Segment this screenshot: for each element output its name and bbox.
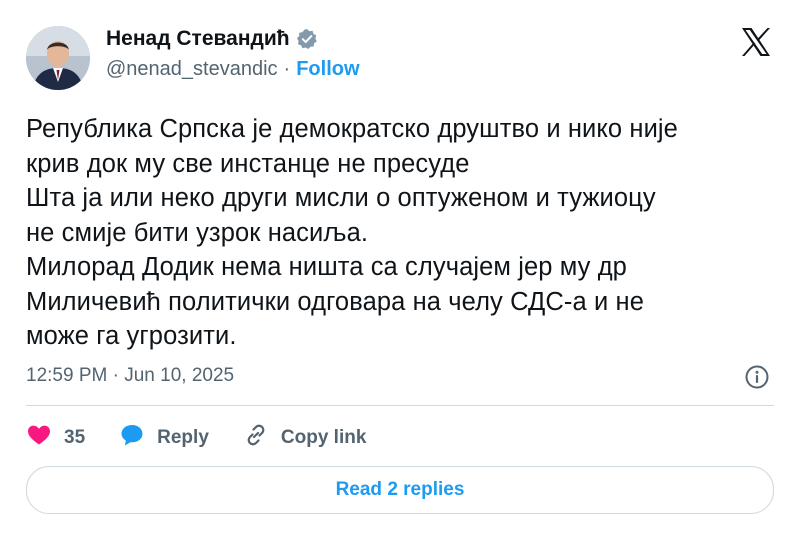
heart-icon <box>26 422 52 454</box>
like-button[interactable]: 35 <box>26 422 85 454</box>
info-icon[interactable] <box>744 364 770 390</box>
reply-button[interactable]: Reply <box>119 422 209 454</box>
author-name-row: Ненад Стевандић <box>106 26 318 52</box>
tweet-text: Република Српска је демократско друштво … <box>26 115 678 350</box>
tweet-card: Ненад Стевандић @nenad_stevandic · Follo… <box>0 0 800 536</box>
avatar[interactable] <box>26 26 90 90</box>
tweet-timestamp[interactable]: 12:59 PM · Jun 10, 2025 <box>26 365 234 387</box>
separator-dot: · <box>283 58 291 80</box>
author-handle-row: @nenad_stevandic · Follow <box>106 58 360 81</box>
copy-link-label: Copy link <box>280 427 367 448</box>
verified-badge-icon <box>296 28 318 50</box>
author-name[interactable]: Ненад Стевандић <box>106 27 290 51</box>
copy-link-button[interactable]: Copy link <box>243 422 367 454</box>
follow-button[interactable]: Follow <box>296 58 359 81</box>
author-handle[interactable]: @nenad_stevandic <box>106 58 278 81</box>
reply-label: Reply <box>157 427 209 448</box>
action-bar: 35 Reply Copy link <box>26 424 400 452</box>
divider <box>26 405 774 406</box>
like-count: 35 <box>64 427 86 448</box>
link-icon <box>243 422 269 454</box>
reply-bubble-icon <box>119 422 145 454</box>
read-replies-button[interactable]: Read 2 replies <box>26 466 774 514</box>
x-logo-icon[interactable] <box>738 24 774 60</box>
